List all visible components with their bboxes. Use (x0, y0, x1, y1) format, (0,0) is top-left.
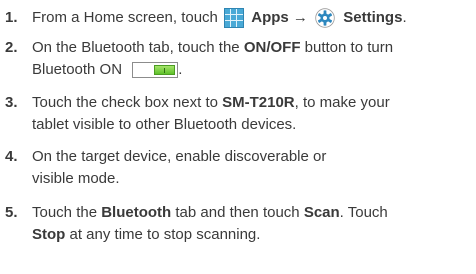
step-text-end: . (178, 61, 183, 78)
step-text: Bluetooth ON (32, 61, 123, 78)
step-text: Touch the (32, 204, 102, 221)
step-1: 1. From a Home screen, touch Apps → Sett… (0, 7, 476, 29)
step-4: 4. On the target device, enable discover… (0, 146, 476, 190)
apps-label: Apps (251, 9, 289, 26)
step-5: 5. Touch the Bluetooth tab and then touc… (0, 202, 476, 246)
toggle-on-indicator (154, 65, 176, 76)
step-text: . Touch (339, 204, 388, 221)
step-number: 4. (5, 148, 18, 165)
step-number: 2. (5, 39, 18, 56)
gear-icon (315, 8, 335, 28)
step-text: On the target device, enable discoverabl… (32, 148, 327, 165)
stop-label: Stop (32, 226, 66, 243)
arrow: → (292, 9, 308, 26)
step-number: 3. (5, 94, 18, 111)
step-3: 3. Touch the check box next to SM-T210R,… (0, 92, 476, 136)
step-number: 1. (5, 9, 18, 26)
step-text: , to make your (294, 94, 390, 111)
step-number: 5. (5, 204, 18, 221)
step-text: tab and then touch (171, 204, 304, 221)
step-text: visible mode. (32, 170, 120, 187)
step-text: From a Home screen, touch (32, 9, 218, 26)
step-text: at any time to stop scanning. (65, 226, 261, 243)
step-2: 2. On the Bluetooth tab, touch the ON/OF… (0, 37, 476, 81)
bluetooth-label: Bluetooth (101, 204, 172, 221)
step-text: button to turn (300, 39, 394, 56)
apps-grid-icon (224, 8, 245, 29)
on-off-toggle (132, 62, 179, 79)
step-text: On the Bluetooth tab, touch the (32, 39, 244, 56)
step-text: tablet visible to other Bluetooth device… (32, 116, 297, 133)
scan-label: Scan (303, 204, 340, 221)
on-off-label: ON/OFF (243, 39, 301, 56)
settings-label: Settings (343, 9, 403, 26)
step-text: Touch the check box next to (32, 94, 223, 111)
device-name: SM-T210R (222, 94, 295, 111)
step-text-end: . (402, 9, 407, 26)
